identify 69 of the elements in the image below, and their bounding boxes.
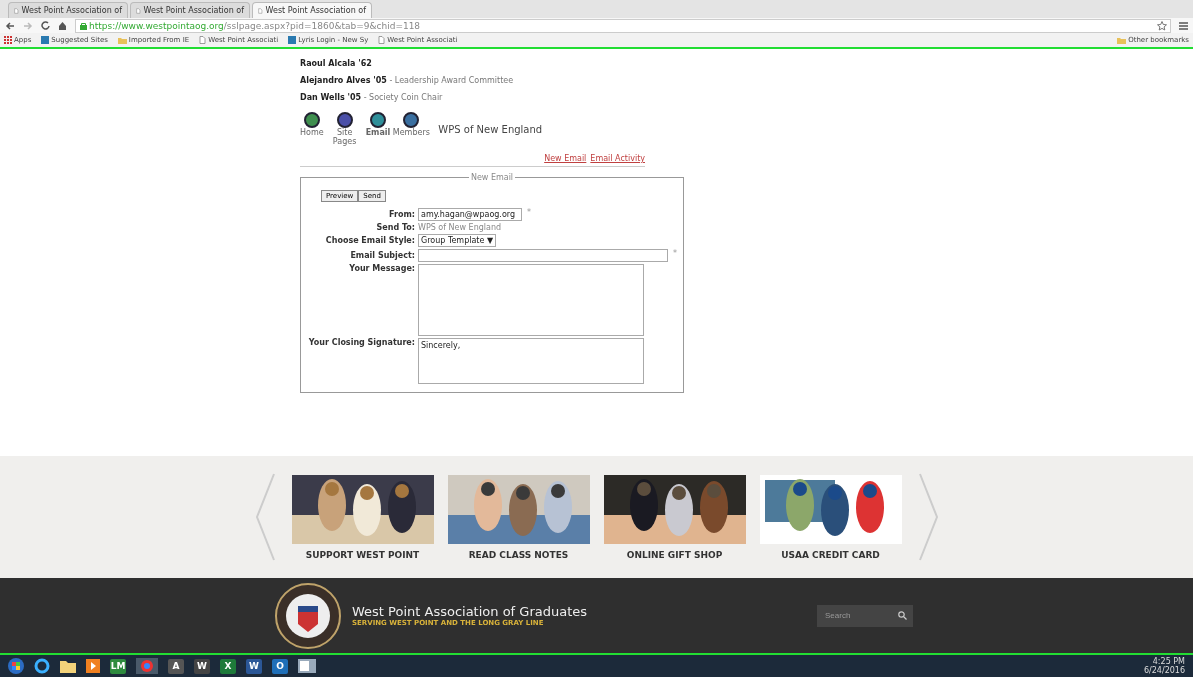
nav-label[interactable]: Email — [365, 128, 391, 137]
browser-tab[interactable]: West Point Association of — [252, 2, 372, 18]
promo-caption[interactable]: USAA CREDIT CARD — [781, 549, 880, 560]
signature-field[interactable]: Sincerely, — [418, 338, 644, 384]
email-link[interactable]: Email Activity — [590, 154, 645, 163]
site-icon — [288, 36, 297, 44]
field-label: Your Message: — [348, 264, 415, 273]
form-legend: New Email — [468, 173, 516, 182]
footer-title: West Point Association of Graduates — [352, 604, 588, 619]
app-icon[interactable]: X — [220, 658, 236, 674]
app-icon[interactable]: O — [272, 658, 288, 674]
required-mark: * — [527, 208, 531, 219]
field-label: Send To: — [375, 223, 415, 232]
message-field[interactable] — [418, 264, 644, 336]
search-icon[interactable] — [898, 611, 907, 620]
required-mark: * — [673, 249, 677, 260]
input-field[interactable] — [418, 249, 668, 262]
page-icon — [14, 6, 19, 15]
app-icon[interactable]: W — [194, 658, 210, 674]
style-dropdown[interactable]: Group Template ▼ — [418, 234, 497, 247]
back-icon[interactable] — [5, 21, 15, 30]
site-icon — [41, 36, 50, 44]
field-label: Your Closing Signature: — [307, 338, 415, 347]
reload-icon[interactable] — [41, 21, 50, 30]
clock: 4:25 PM 6/24/2016 — [1143, 657, 1185, 675]
folder-icon — [117, 36, 127, 44]
member-line: Raoul Alcala '62 — [300, 59, 373, 68]
search-field[interactable]: Search — [817, 604, 913, 627]
member-line: Dan Wells '05 - Society Coin Chair — [300, 93, 444, 102]
star-icon[interactable] — [1157, 20, 1167, 31]
nav-label[interactable]: Members — [394, 128, 429, 137]
field-label: Choose Email Style: — [324, 236, 415, 245]
folder-icon[interactable] — [60, 659, 76, 673]
page-icon — [258, 6, 263, 15]
browser-icon[interactable] — [34, 658, 50, 674]
field-label: From: — [388, 210, 415, 219]
nav-label[interactable]: Home — [300, 128, 324, 137]
group-nav-icon[interactable] — [336, 112, 353, 128]
group-nav-icon[interactable] — [303, 112, 320, 128]
recipient-text: WPS of New England — [418, 223, 503, 232]
lock-icon — [80, 21, 87, 30]
nav-label[interactable]: Site Pages — [327, 128, 362, 146]
folder-icon — [1117, 36, 1127, 44]
group-name: WPS of New England — [438, 124, 543, 135]
field-label: Email Subject: — [349, 251, 415, 260]
member-line: Alejandro Alves '05 - Leadership Award Committee — [300, 76, 515, 85]
promo-caption[interactable]: ONLINE GIFT SHOP — [626, 549, 723, 560]
app-icon[interactable]: LM — [110, 658, 126, 674]
menu-icon[interactable] — [1179, 21, 1188, 30]
seal-logo — [274, 581, 342, 650]
group-nav-icon[interactable] — [369, 112, 386, 128]
browser-tab[interactable]: West Point Association of — [130, 2, 250, 18]
page-icon — [378, 36, 386, 44]
promo-caption[interactable]: SUPPORT WEST POINT — [305, 549, 420, 560]
app-icon[interactable]: W — [246, 658, 262, 674]
search-input[interactable]: Search — [823, 610, 887, 621]
page-icon — [136, 6, 141, 15]
home-icon[interactable] — [58, 21, 67, 30]
page-icon — [199, 36, 207, 44]
app-icon[interactable]: A — [168, 658, 184, 674]
group-nav-icon[interactable] — [403, 112, 420, 128]
media-icon[interactable] — [86, 659, 100, 673]
promo-caption[interactable]: READ CLASS NOTES — [468, 549, 569, 560]
start-icon[interactable] — [8, 658, 24, 674]
email-link[interactable]: New Email — [544, 154, 587, 163]
address-bar[interactable]: https://www.westpointaog.org/sslpage.aspx?pid=1860&tab=9&chid=118 — [75, 18, 1171, 33]
input-field[interactable]: amy.hagan@wpaog.org — [418, 208, 522, 221]
browser-tab[interactable]: West Point Association of — [8, 2, 128, 18]
grid-icon — [4, 36, 12, 44]
